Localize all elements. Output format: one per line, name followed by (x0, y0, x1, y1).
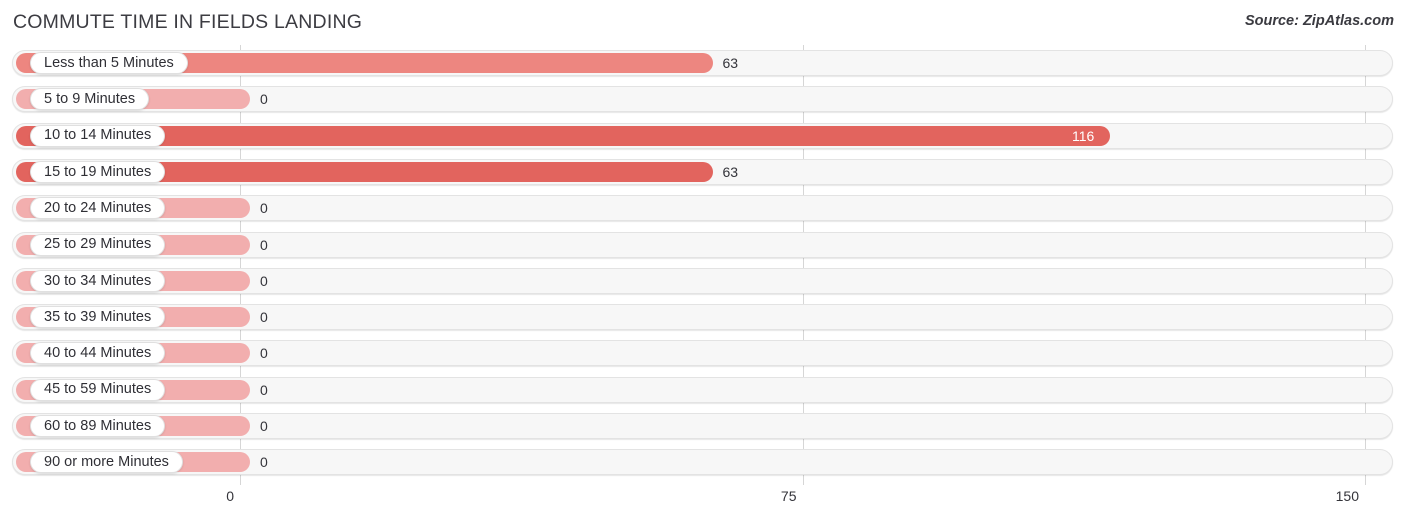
page-title: COMMUTE TIME IN FIELDS LANDING (13, 11, 363, 33)
category-label-pill: 45 to 59 Minutes (30, 378, 166, 401)
category-label: 90 or more Minutes (44, 454, 169, 471)
bar-row[interactable]: 15 to 19 Minutes 63 (12, 158, 1393, 185)
category-label-pill: Less than 5 Minutes (30, 52, 188, 74)
bar-row[interactable]: 90 or more Minutes 0 (12, 449, 1393, 476)
category-label-pill: 20 to 24 Minutes (30, 197, 166, 220)
bar-row[interactable]: 20 to 24 Minutes 0 (12, 195, 1393, 222)
bar-row[interactable]: 35 to 39 Minutes 0 (12, 304, 1393, 331)
category-label: 60 to 89 Minutes (44, 417, 152, 434)
bar-row[interactable]: 40 to 44 Minutes 0 (12, 340, 1393, 367)
bar-row[interactable]: 5 to 9 Minutes 0 (12, 86, 1393, 113)
value-label: 0 (260, 418, 268, 434)
category-label: 45 to 59 Minutes (44, 381, 152, 398)
category-label-pill: 10 to 14 Minutes (30, 124, 166, 147)
value-label: 63 (722, 163, 739, 180)
category-label-pill: 90 or more Minutes (30, 451, 183, 474)
source-attribution: Source: ZipAtlas.com (1244, 13, 1394, 29)
category-label: 20 to 24 Minutes (44, 199, 152, 216)
x-axis: 0 75 150 (0, 485, 1406, 523)
chart-header: COMMUTE TIME IN FIELDS LANDING Source: Z… (0, 0, 1406, 45)
category-label-pill: 25 to 29 Minutes (30, 233, 166, 256)
category-label-pill: 40 to 44 Minutes (30, 342, 166, 365)
value-label: 0 (260, 381, 268, 398)
value-label: 0 (260, 91, 268, 108)
value-label: 63 (722, 55, 739, 71)
x-axis-tick-150: 150 (1335, 488, 1359, 504)
value-label: 0 (260, 272, 268, 289)
chart-plot-area: Less than 5 Minutes 63 5 to 9 Minutes 0 10 t… (0, 45, 1406, 485)
category-label-pill: 5 to 9 Minutes (30, 88, 150, 111)
category-label: 15 to 19 Minutes (44, 163, 152, 180)
value-label: 0 (260, 200, 268, 217)
x-axis-tick-0: 0 (226, 488, 234, 504)
bar-row[interactable]: 45 to 59 Minutes 0 (12, 376, 1393, 403)
value-label: 116 (1072, 127, 1095, 144)
value-label: 0 (260, 345, 268, 362)
x-axis-tick-75: 75 (780, 488, 797, 504)
category-label: Less than 5 Minutes (44, 54, 174, 71)
category-label: 5 to 9 Minutes (44, 91, 136, 108)
category-label: 40 to 44 Minutes (44, 345, 152, 362)
bar-row[interactable]: 60 to 89 Minutes 0 (12, 413, 1393, 439)
category-label: 30 to 34 Minutes (44, 272, 152, 289)
bar-row[interactable]: 25 to 29 Minutes 0 (12, 231, 1393, 258)
category-label: 10 to 14 Minutes (44, 127, 152, 144)
bar-rows: Less than 5 Minutes 63 5 to 9 Minutes 0 10 t… (0, 45, 1406, 485)
value-label: 0 (260, 236, 268, 253)
value-label: 0 (260, 309, 268, 326)
category-label: 25 to 29 Minutes (44, 236, 152, 253)
bar-row[interactable]: 10 to 14 Minutes 116 (12, 122, 1393, 149)
bar-row[interactable]: Less than 5 Minutes 63 (12, 50, 1393, 76)
value-label: 0 (260, 454, 268, 471)
bar-row[interactable]: 30 to 34 Minutes 0 (12, 267, 1393, 294)
category-label-pill: 30 to 34 Minutes (30, 269, 166, 292)
category-label-pill: 35 to 39 Minutes (30, 306, 166, 329)
value-bar[interactable] (16, 125, 1110, 146)
category-label-pill: 15 to 19 Minutes (30, 160, 166, 183)
category-label: 35 to 39 Minutes (44, 308, 152, 325)
category-label-pill: 60 to 89 Minutes (30, 415, 166, 437)
